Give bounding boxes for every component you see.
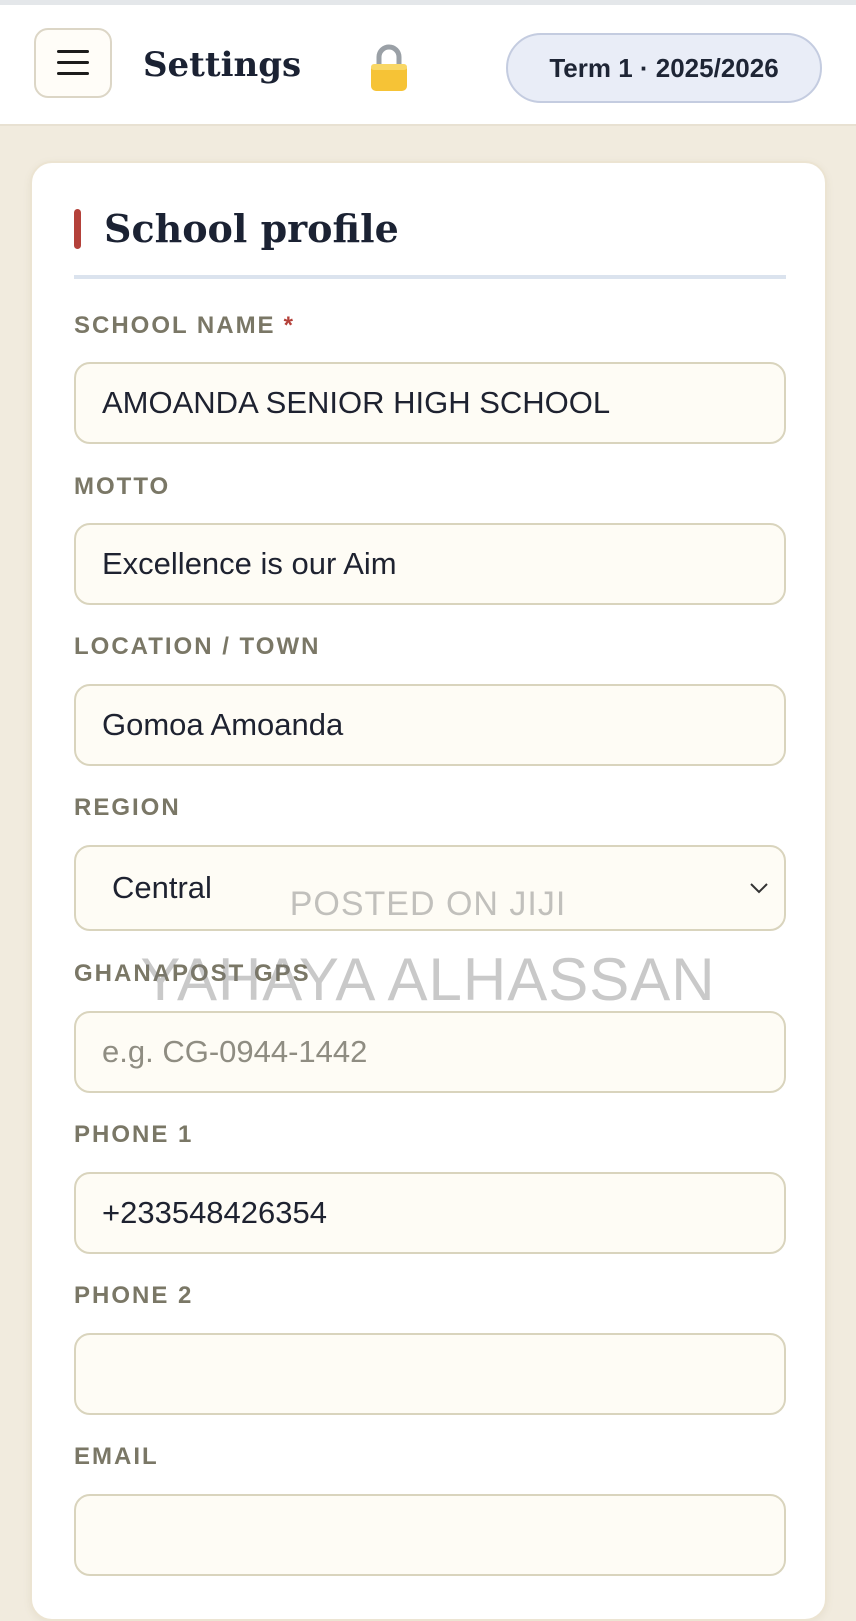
gps-input[interactable] (76, 1013, 784, 1091)
page-title: Settings (143, 45, 302, 85)
required-marker: * (283, 312, 295, 339)
motto-input[interactable] (76, 525, 784, 603)
watermark-line-2: YAHAYA ALHASSAN (140, 946, 716, 1013)
section-header: School profile (74, 203, 786, 279)
motto-field (74, 523, 786, 605)
school-name-field (74, 362, 786, 444)
phone2-input[interactable] (76, 1335, 784, 1413)
school-name-label: SCHOOL NAME * (74, 312, 295, 339)
region-label: REGION (74, 794, 181, 821)
email-label: EMAIL (74, 1443, 159, 1470)
motto-label: MOTTO (74, 473, 171, 500)
lock-icon (371, 44, 407, 91)
location-input[interactable] (76, 686, 784, 764)
section-title: School profile (104, 206, 399, 251)
watermark-line-1: POSTED ON JIJI (289, 885, 567, 923)
location-label: LOCATION / TOWN (74, 633, 321, 660)
top-bar: Settings Term 1 · 2025/2026 (0, 0, 856, 126)
phone1-field (74, 1172, 786, 1254)
term-selector-button[interactable]: Term 1 · 2025/2026 (506, 33, 822, 103)
location-field (74, 684, 786, 766)
accent-bar (74, 209, 81, 249)
phone1-label: PHONE 1 (74, 1121, 194, 1148)
gps-field (74, 1011, 786, 1093)
menu-icon (57, 50, 89, 76)
phone2-label: PHONE 2 (74, 1282, 194, 1309)
phone1-input[interactable] (76, 1174, 784, 1252)
phone2-field (74, 1333, 786, 1415)
menu-button[interactable] (34, 28, 112, 98)
email-field (74, 1494, 786, 1576)
email-input[interactable] (76, 1496, 784, 1574)
school-name-input[interactable] (76, 364, 784, 442)
